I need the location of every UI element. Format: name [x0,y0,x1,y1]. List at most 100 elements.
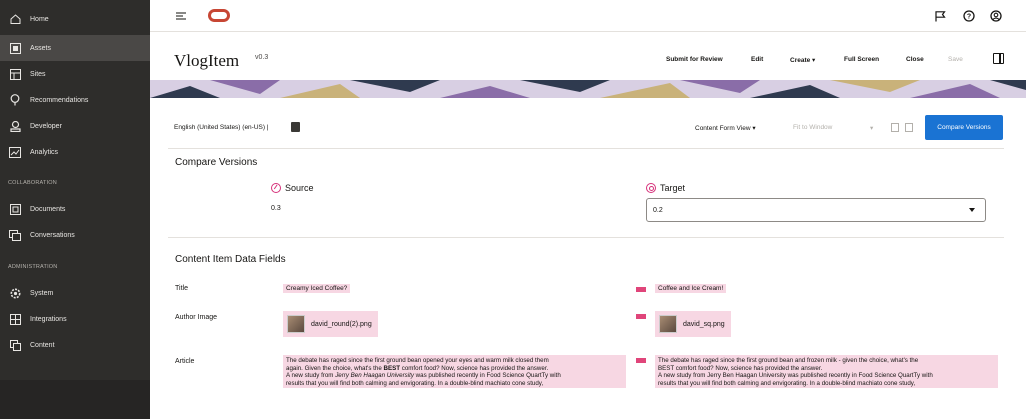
article-source-line: The debate has raged since the first gro… [286,357,549,364]
hamburger-icon[interactable] [176,11,186,23]
user-icon[interactable] [989,9,1003,23]
article-target-line: results that you will find both calming … [658,379,916,387]
decorative-banner [150,80,1026,98]
sidebar-item-label: Content [30,341,55,349]
documents-icon [0,203,30,215]
chevron-down-icon [969,208,975,212]
submit-for-review-button[interactable]: Submit for Review [666,56,723,63]
sidebar-footer [0,380,150,419]
target-label: Target [646,183,685,193]
target-version-value: 0.2 [653,207,663,214]
diff-marker [636,314,646,319]
bold-text: BEST [383,364,401,372]
author-thumbnail [659,315,677,333]
sidebar-item-conversations[interactable]: Conversations [0,222,150,248]
conversations-icon [0,229,30,241]
sidebar-item-label: Home [30,15,49,23]
assets-icon [0,42,30,54]
author-thumbnail [287,315,305,333]
integrations-icon [0,313,30,325]
sidebar: Home Assets Sites Recommendations Develo… [0,0,150,419]
sidebar-item-label: Documents [30,205,66,213]
side-panel-icon[interactable] [993,53,1004,64]
divider [168,148,1004,149]
sidebar-item-label: Integrations [30,315,67,323]
item-header: VlogItem v0.3 Submit for Review Edit Cre… [150,32,1026,80]
sidebar-item-documents[interactable]: Documents [0,196,150,222]
sidebar-item-home[interactable]: Home [0,6,150,32]
sites-icon [0,68,30,80]
text-run: was published recently in Food Science Q… [413,372,561,380]
sidebar-item-label: Sites [30,70,46,78]
sidebar-item-label: Assets [30,44,52,52]
flag-icon[interactable] [933,9,947,23]
layout-stack-icon[interactable] [905,123,913,132]
version-label: v0.3 [255,54,269,61]
sidebar-item-recommendations[interactable]: Recommendations [0,87,150,113]
layout-split-icon[interactable] [891,123,899,132]
save-button[interactable]: Save [948,56,963,63]
author-image-source[interactable]: david_round(2).png [283,311,378,337]
article-target-line: The debate has raged since the first gro… [658,357,919,364]
sidebar-item-system[interactable]: System [0,280,150,306]
create-menu-button[interactable]: Create ▾ [790,56,815,64]
info-icon[interactable] [291,122,300,132]
section-collaboration: COLLABORATION [8,180,57,186]
field-label-author-image: Author Image [175,314,218,321]
italic-text: Jerry Ben Haagan University [335,372,414,380]
fit-to-window-caret[interactable]: ▾ [870,124,873,132]
sidebar-item-assets[interactable]: Assets [0,35,150,61]
sidebar-item-label: Conversations [30,231,75,239]
text-run: comfort food? Now, science has provided … [400,364,549,372]
section-administration: ADMINISTRATION [8,264,58,270]
language-label: English (United States) (en-US) | [174,124,269,131]
help-icon[interactable]: ? [962,9,976,23]
divider [168,237,1004,238]
gear-icon [0,288,30,299]
author-image-source-filename: david_round(2).png [311,320,372,328]
title-source-value: Creamy Iced Coffee? [283,284,351,293]
top-bar: ? [150,0,1026,32]
sidebar-item-developer[interactable]: Developer [0,113,150,139]
article-source-line: again. Given the choice, what's the BEST… [286,365,623,373]
field-label-article: Article [175,358,195,365]
text-run: again. Given the choice, what's the [286,364,384,372]
sidebar-item-sites[interactable]: Sites [0,61,150,87]
article-target-line: A new study from Jerry Ben Haagan Univer… [658,372,933,380]
diff-marker [636,287,646,292]
compare-versions-heading: Compare Versions [175,157,258,168]
content-fields-heading: Content Item Data Fields [175,254,286,265]
article-source-line: A new study from Jerry Ben Haagan Univer… [286,372,623,380]
sidebar-item-analytics[interactable]: Analytics [0,139,150,165]
page-title: VlogItem [174,51,240,70]
source-version-value: 0.3 [271,205,281,212]
text-run: A new study from [286,372,336,380]
developer-icon [0,120,30,132]
compare-toolbar: English (United States) (en-US) | Conten… [150,110,1026,146]
field-label-title: Title [175,285,188,292]
author-image-target-filename: david_sq.png [683,320,725,328]
author-image-target[interactable]: david_sq.png [655,311,731,337]
edit-button[interactable]: Edit [751,56,763,63]
compare-versions-button[interactable]: Compare Versions [925,115,1003,140]
home-icon [0,14,30,24]
sidebar-item-label: System [30,289,54,297]
sidebar-item-label: Developer [30,122,62,130]
sidebar-item-integrations[interactable]: Integrations [0,306,150,332]
target-version-select[interactable]: 0.2 [646,198,986,222]
edit-circle-icon [271,183,281,193]
sidebar-item-content[interactable]: Content [0,332,150,358]
oracle-logo-icon[interactable] [208,9,230,22]
content-icon [0,339,30,351]
recommendations-icon [0,94,30,106]
source-label-text: Source [285,183,314,193]
title-target-value: Coffee and Ice Cream! [655,284,727,293]
fit-to-window-option[interactable]: Fit to Window [793,124,832,131]
content-form-view-dropdown[interactable]: Content Form View ▾ [695,124,756,132]
full-screen-button[interactable]: Full Screen [844,56,879,63]
source-label: Source [271,183,314,193]
sidebar-item-label: Recommendations [30,96,89,104]
target-label-text: Target [660,183,686,193]
close-button[interactable]: Close [906,56,924,63]
article-source-value: The debate has raged since the first gro… [283,355,626,388]
